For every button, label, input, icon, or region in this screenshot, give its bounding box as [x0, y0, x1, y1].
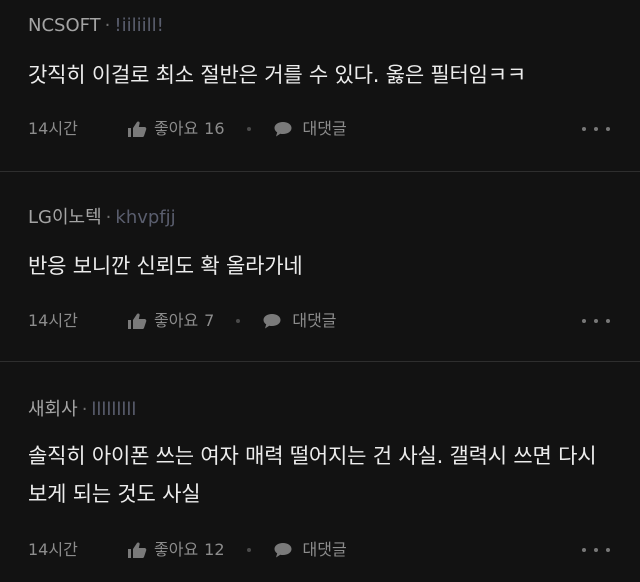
speech-bubble-icon [273, 120, 293, 138]
reply-label: 대댓글 [302, 540, 347, 559]
more-dots-icon[interactable] [582, 537, 610, 563]
reply-label: 대댓글 [302, 119, 347, 138]
separator-dot [236, 319, 241, 323]
separator-dot [246, 548, 251, 552]
like-count: 16 [204, 119, 225, 138]
speech-bubble-icon [273, 541, 293, 559]
timestamp: 14시간 [28, 119, 78, 138]
timestamp: 14시간 [28, 540, 78, 559]
reply-label: 대댓글 [292, 311, 337, 330]
like-button[interactable]: 좋아요 16 [126, 116, 225, 142]
like-count: 7 [204, 311, 215, 330]
author-name[interactable]: LG이노텍 [28, 207, 102, 228]
reply-button[interactable]: 대댓글 [262, 308, 337, 334]
like-label: 좋아요 [154, 311, 199, 330]
more-dots-icon[interactable] [582, 308, 610, 334]
comment-text: 반응 보니깐 신뢰도 확 올라가네 [28, 254, 303, 278]
author-name[interactable]: NCSOFT [28, 15, 101, 36]
separator-dot [246, 127, 251, 131]
separator: · [105, 207, 112, 228]
separator: · [104, 15, 111, 36]
comment-actions: 14시간 좋아요 12 대댓글 [28, 537, 612, 563]
timestamp: 14시간 [28, 311, 78, 330]
comment-text: 갓직히 이걸로 최소 절반은 거를 수 있다. 옳은 필터임ㅋㅋ [28, 63, 527, 87]
user-id: khvpfjj [115, 207, 176, 228]
comment-header: LG이노텍 · khvpfjj [28, 206, 176, 230]
like-button[interactable]: 좋아요 7 [126, 308, 214, 334]
like-button[interactable]: 좋아요 12 [126, 537, 225, 563]
speech-bubble-icon [262, 312, 282, 330]
comment-header: 새회사 · lllllllll [28, 398, 136, 422]
like-label: 좋아요 [154, 119, 199, 138]
user-id: !iiliill! [114, 15, 164, 36]
like-count: 12 [204, 540, 225, 559]
thumbs-up-icon [126, 541, 148, 559]
comment-feed: NCSOFT · !iiliill! 갓직히 이걸로 최소 절반은 거를 수 있다.… [0, 0, 640, 582]
more-dots-icon[interactable] [582, 116, 610, 142]
comment-header: NCSOFT · !iiliill! [28, 14, 164, 38]
comment-text: 솔직히 아이폰 쓰는 여자 매력 떨어지는 건 사실. 갤력시 쓰면 다시 보게… [28, 444, 597, 506]
like-label: 좋아요 [154, 540, 199, 559]
author-name[interactable]: 새회사 [28, 399, 78, 420]
user-id: lllllllll [91, 399, 137, 420]
separator: · [81, 399, 88, 420]
thumbs-up-icon [126, 120, 148, 138]
reply-button[interactable]: 대댓글 [273, 537, 347, 563]
reply-button[interactable]: 대댓글 [273, 116, 347, 142]
comment-actions: 14시간 좋아요 16 대댓글 [28, 116, 612, 142]
thumbs-up-icon [126, 312, 148, 330]
comment-actions: 14시간 좋아요 7 대댓글 [28, 308, 612, 334]
